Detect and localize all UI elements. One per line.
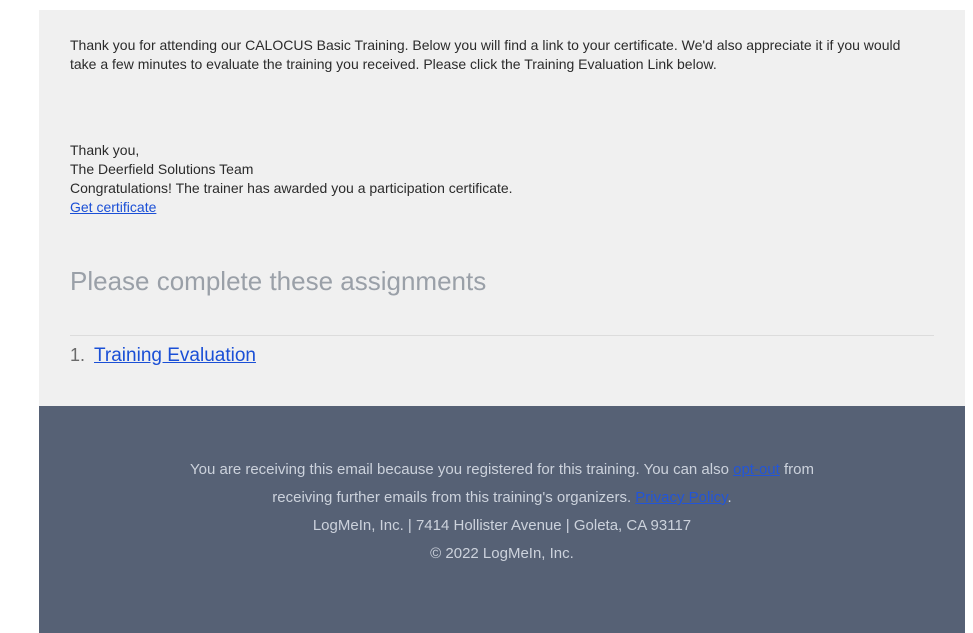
training-evaluation-link[interactable]: Training Evaluation xyxy=(94,344,256,368)
assignments-heading: Please complete these assignments xyxy=(70,266,487,296)
footer-line-1: You are receiving this email because you… xyxy=(39,456,965,484)
email-card: Thank you for attending our CALOCUS Basi… xyxy=(39,10,965,633)
assignment-number: 1. xyxy=(70,345,86,365)
footer-line-1-text: You are receiving this email because you… xyxy=(190,461,734,478)
divider xyxy=(70,335,934,336)
email-body: Thank you for attending our CALOCUS Basi… xyxy=(39,10,965,406)
footer-line-2-text: receiving further emails from this train… xyxy=(272,489,636,506)
signature-block: Thank you, The Deerfield Solutions Team … xyxy=(70,141,513,217)
opt-out-link[interactable]: opt-out xyxy=(733,461,780,478)
thanks-line: Thank you, xyxy=(70,142,140,158)
copyright: © 2022 LogMeIn, Inc. xyxy=(430,545,574,562)
footer-line-2-end: . xyxy=(727,489,732,506)
assignment-item: 1. Training Evaluation xyxy=(70,343,256,368)
footer-line-1-end: from xyxy=(779,461,814,478)
team-name: The Deerfield Solutions Team xyxy=(70,161,254,177)
footer-line-2: receiving further emails from this train… xyxy=(39,484,965,512)
get-certificate-link[interactable]: Get certificate xyxy=(70,199,156,215)
email-footer: You are receiving this email because you… xyxy=(39,406,965,633)
privacy-policy-link[interactable]: Privacy Policy xyxy=(635,489,727,506)
company-address: LogMeIn, Inc. | 7414 Hollister Avenue | … xyxy=(312,517,692,534)
footer-text: You are receiving this email because you… xyxy=(39,456,965,568)
certificate-message: Congratulations! The trainer has awarded… xyxy=(70,180,513,196)
intro-paragraph: Thank you for attending our CALOCUS Basi… xyxy=(70,37,901,72)
